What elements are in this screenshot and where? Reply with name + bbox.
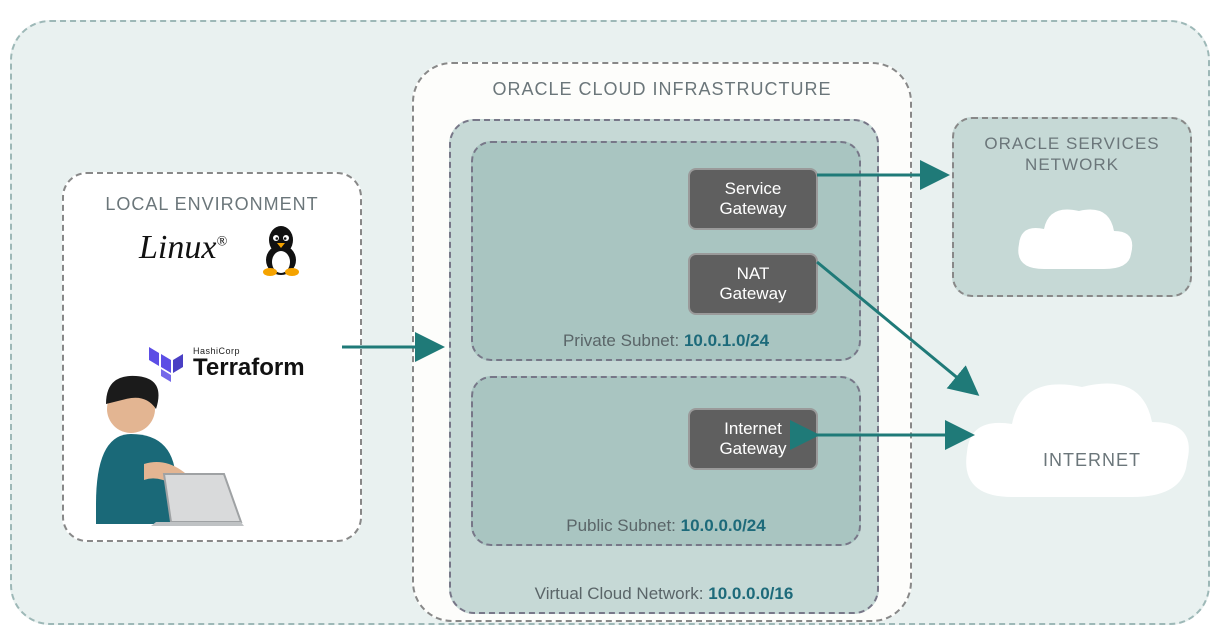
public-subnet-text: Public Subnet: bbox=[566, 516, 676, 535]
vcn-text: Virtual Cloud Network: bbox=[535, 584, 704, 603]
oci-region-box: ORACLE CLOUD INFRASTRUCTURE Service Gate… bbox=[412, 62, 912, 622]
public-subnet-label: Public Subnet: 10.0.0.0/24 bbox=[473, 516, 859, 536]
osn-line2: NETWORK bbox=[1025, 155, 1119, 174]
osn-cloud-icon bbox=[1009, 199, 1139, 284]
private-subnet-label: Private Subnet: 10.0.1.0/24 bbox=[473, 331, 859, 351]
oci-title: ORACLE CLOUD INFRASTRUCTURE bbox=[414, 79, 910, 100]
linux-reg: ® bbox=[216, 235, 227, 250]
public-subnet-box: Internet Gateway Public Subnet: 10.0.0.0… bbox=[471, 376, 861, 546]
linux-name: Linux bbox=[139, 229, 216, 266]
private-subnet-cidr: 10.0.1.0/24 bbox=[684, 331, 769, 350]
oracle-services-network-box: ORACLE SERVICES NETWORK bbox=[952, 117, 1192, 297]
private-subnet-text: Private Subnet: bbox=[563, 331, 679, 350]
service-gateway-node: Service Gateway bbox=[688, 168, 818, 230]
osn-title: ORACLE SERVICES NETWORK bbox=[954, 133, 1190, 176]
public-subnet-cidr: 10.0.0.0/24 bbox=[681, 516, 766, 535]
vcn-cidr: 10.0.0.0/16 bbox=[708, 584, 793, 603]
architecture-canvas: LOCAL ENVIRONMENT Linux® HashiCo bbox=[10, 20, 1210, 625]
linux-logo-text: Linux® bbox=[139, 229, 227, 267]
user-at-laptop-icon bbox=[36, 354, 256, 554]
service-gateway-label: Service Gateway bbox=[719, 179, 786, 218]
vcn-label: Virtual Cloud Network: 10.0.0.0/16 bbox=[451, 584, 877, 604]
private-subnet-box: Service Gateway NAT Gateway Private Subn… bbox=[471, 141, 861, 361]
nat-gateway-label: NAT Gateway bbox=[719, 264, 786, 303]
internet-cloud-icon bbox=[952, 362, 1202, 522]
tux-icon bbox=[259, 224, 303, 276]
vcn-box: Service Gateway NAT Gateway Private Subn… bbox=[449, 119, 879, 614]
nat-gateway-node: NAT Gateway bbox=[688, 253, 818, 315]
internet-gateway-node: Internet Gateway bbox=[688, 408, 818, 470]
internet-label: INTERNET bbox=[1012, 450, 1172, 471]
internet-gateway-label: Internet Gateway bbox=[719, 419, 786, 458]
local-environment-title: LOCAL ENVIRONMENT bbox=[64, 194, 360, 215]
osn-line1: ORACLE SERVICES bbox=[984, 134, 1159, 153]
local-environment-box: LOCAL ENVIRONMENT Linux® HashiCo bbox=[62, 172, 362, 542]
